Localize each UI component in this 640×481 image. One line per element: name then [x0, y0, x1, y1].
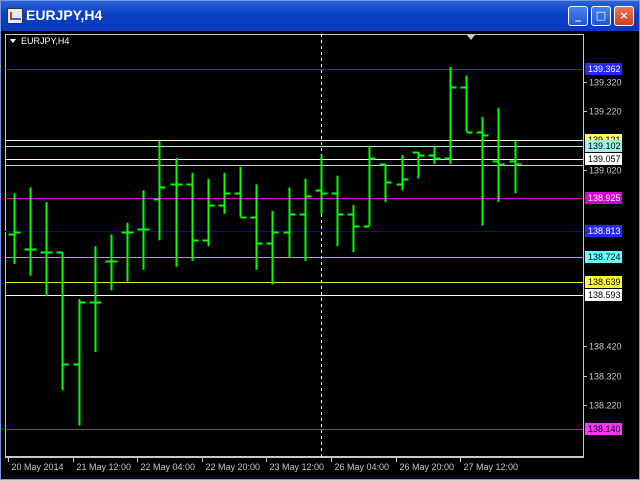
ohlc-bar[interactable]: [460, 75, 473, 134]
symbol-label-group: EURJPY,H4: [10, 36, 69, 46]
ohlc-bar[interactable]: [347, 205, 360, 253]
chart-area[interactable]: 139.320 139.220 139.020 138.420 138.320 138.2…: [5, 34, 637, 477]
ohlc-bar[interactable]: [202, 178, 215, 247]
shift-marker-icon[interactable]: [467, 35, 475, 40]
ohlc-bar[interactable]: [153, 140, 166, 241]
time-tick-label: 21 May 12:00: [77, 462, 132, 472]
ohlc-bar[interactable]: [56, 251, 69, 391]
ohlc-bar[interactable]: [121, 222, 134, 282]
ohlc-bar[interactable]: [105, 234, 118, 291]
price-tick-label: 138.420: [589, 342, 622, 352]
price-level-label: 139.057: [588, 154, 621, 164]
ohlc-bar[interactable]: [234, 166, 247, 219]
time-tick-label: 27 May 12:00: [464, 462, 519, 472]
price-level-label: 138.593: [588, 290, 621, 300]
ohlc-bar[interactable]: [379, 163, 392, 203]
time-tick-label: 26 May 20:00: [400, 462, 455, 472]
ohlc-bar[interactable]: [218, 172, 231, 214]
ohlc-bar[interactable]: [266, 210, 279, 285]
price-level-label: 138.639: [588, 277, 621, 287]
minimize-button[interactable]: _: [568, 6, 588, 26]
time-tick-label: 22 May 04:00: [141, 462, 196, 472]
dropdown-triangle-icon[interactable]: [10, 39, 16, 43]
ohlc-bar[interactable]: [8, 193, 21, 264]
ohlc-bar[interactable]: [396, 155, 409, 191]
ohlc-bar[interactable]: [492, 108, 505, 203]
time-tick-label: 20 May 2014: [12, 462, 64, 472]
price-level-label: 139.102: [588, 141, 621, 151]
time-tick-label: 22 May 20:00: [206, 462, 261, 472]
ohlc-bar[interactable]: [170, 158, 183, 267]
ohlc-bar[interactable]: [331, 175, 344, 247]
ohlc-bar[interactable]: [444, 66, 457, 164]
ohlc-bar[interactable]: [186, 172, 199, 261]
ohlc-bar[interactable]: [73, 299, 86, 426]
price-level-label: 138.724: [588, 252, 621, 262]
ohlc-bar[interactable]: [315, 155, 328, 214]
ohlc-bar[interactable]: [89, 246, 102, 353]
price-level-label: 138.925: [588, 193, 621, 203]
plot-frame: [5, 34, 584, 457]
price-chart[interactable]: 139.320 139.220 139.020 138.420 138.320 138.2…: [5, 34, 637, 477]
ohlc-bar[interactable]: [428, 146, 441, 164]
time-tick-label: 26 May 04:00: [335, 462, 390, 472]
close-button[interactable]: ×: [614, 6, 634, 26]
maximize-button[interactable]: □: [591, 6, 611, 26]
ohlc-bar[interactable]: [476, 116, 489, 226]
price-level-label: 139.362: [588, 64, 621, 74]
price-tick-label: 139.320: [589, 78, 622, 88]
price-tick-label: 138.320: [589, 372, 622, 382]
ohlc-bar[interactable]: [509, 140, 522, 194]
price-level-label: 138.813: [588, 226, 621, 236]
ohlc-bar[interactable]: [250, 184, 263, 270]
chart-window: EURJPY,H4 _ □ × 139.320 139.220 139.020 138…: [0, 0, 640, 480]
symbol-label: EURJPY,H4: [21, 36, 69, 46]
time-tick-label: 23 May 12:00: [270, 462, 325, 472]
price-tick-label: 139.020: [589, 166, 622, 176]
ohlc-bar[interactable]: [363, 146, 376, 228]
chart-app-icon: [7, 8, 23, 24]
title-bar[interactable]: EURJPY,H4 _ □ ×: [1, 1, 639, 31]
window-title: EURJPY,H4: [26, 7, 103, 23]
ohlc-bar[interactable]: [299, 178, 312, 261]
price-tick-label: 139.220: [589, 107, 622, 117]
price-tick-label: 138.220: [589, 401, 622, 411]
price-level-label: 138.140: [588, 424, 621, 434]
